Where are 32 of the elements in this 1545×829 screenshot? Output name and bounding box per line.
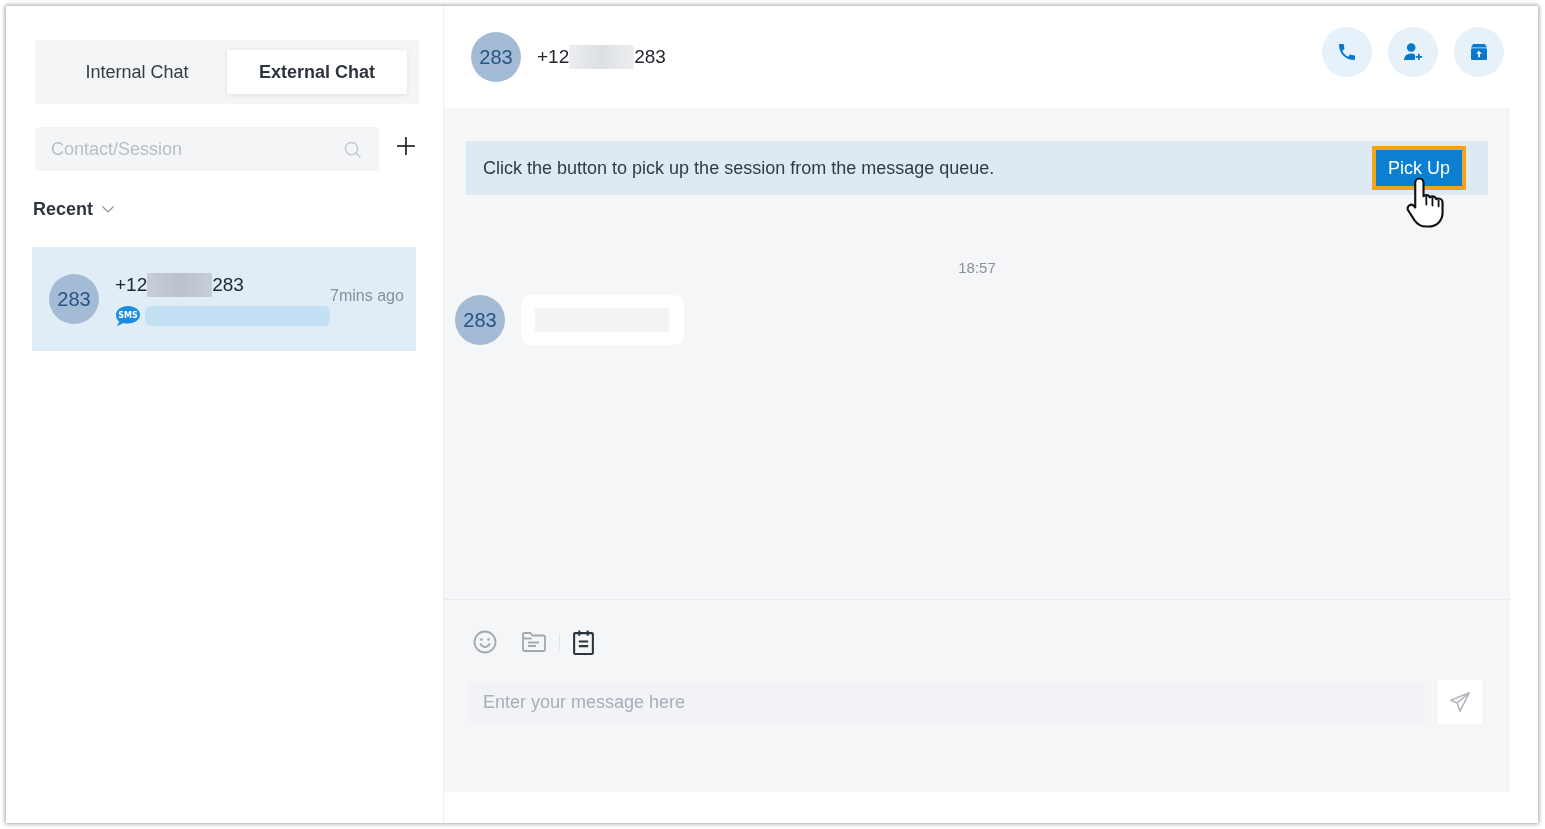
phone-number-start: +12 bbox=[537, 46, 570, 68]
avatar: 283 bbox=[455, 295, 505, 345]
phone-icon bbox=[1339, 44, 1355, 60]
search-icon bbox=[344, 141, 362, 158]
redacted-block bbox=[147, 273, 213, 297]
message-input[interactable]: Enter your message here bbox=[469, 682, 1425, 722]
chat-tab[interactable]: Internal Chat bbox=[47, 50, 227, 94]
phone-number-start: +12 bbox=[115, 274, 148, 296]
chat-tab[interactable]: External Chat bbox=[227, 50, 407, 94]
redacted-block bbox=[569, 45, 635, 69]
banner-text: Click the button to pick up the session from the message queue. bbox=[483, 157, 995, 179]
box-arrow-up-icon bbox=[1471, 44, 1487, 60]
session-item[interactable]: 283 +12 283 SMS 7mins ago bbox=[32, 247, 416, 351]
phone-number-end: 283 bbox=[212, 274, 244, 296]
message-time: 18:57 bbox=[958, 258, 996, 278]
channel-badge: SMS bbox=[115, 305, 141, 327]
archive-button[interactable] bbox=[1454, 27, 1504, 77]
chevron-down-icon bbox=[102, 205, 115, 213]
add-person-icon bbox=[1404, 43, 1422, 61]
call-button[interactable] bbox=[1322, 27, 1372, 77]
notepad-icon[interactable] bbox=[573, 629, 594, 655]
add-contact-button[interactable] bbox=[1388, 27, 1438, 77]
paper-plane-icon bbox=[1449, 691, 1471, 713]
session-time: 7mins ago bbox=[330, 287, 404, 305]
recent-dropdown[interactable]: Recent bbox=[33, 197, 115, 221]
phone-number-end: 283 bbox=[634, 46, 666, 68]
plus-icon[interactable] bbox=[397, 137, 415, 155]
search-field[interactable]: Contact/Session bbox=[35, 127, 380, 171]
hand-cursor-icon bbox=[1406, 176, 1446, 229]
avatar: 283 bbox=[49, 274, 99, 324]
pick-up-button[interactable]: Pick Up bbox=[1372, 146, 1466, 190]
avatar: 283 bbox=[471, 32, 521, 82]
